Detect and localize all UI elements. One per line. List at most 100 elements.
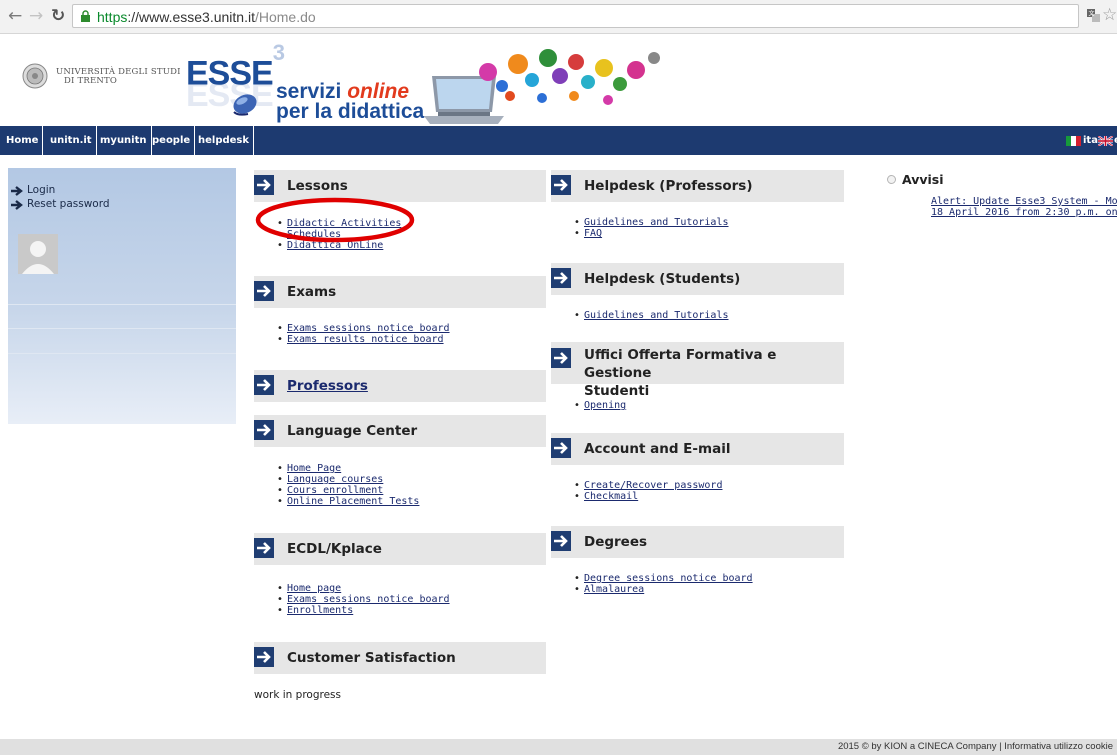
section-title-professors[interactable]: Professors bbox=[287, 377, 368, 395]
link-enrollments[interactable]: Enrollments bbox=[287, 605, 353, 616]
list-item: Online Placement Tests bbox=[275, 496, 419, 507]
list-item: Guidelines and Tutorials bbox=[572, 217, 729, 228]
url-host: ://www.esse3.unitn.it bbox=[127, 9, 255, 25]
university-seal-icon bbox=[22, 63, 48, 89]
list-item: Exams sessions notice board bbox=[275, 594, 450, 605]
section-title-lessons: Lessons bbox=[287, 178, 348, 194]
university-name[interactable]: UNIVERSITÀ DEGLI STUDI DI TRENTO bbox=[56, 68, 181, 86]
section-arrow-icon bbox=[551, 348, 571, 368]
section-arrow-icon bbox=[254, 647, 274, 667]
ecdl-links: Home page Exams sessions notice board En… bbox=[275, 583, 450, 616]
link-online-placement-tests[interactable]: Online Placement Tests bbox=[287, 496, 419, 507]
nav-helpdesk[interactable]: helpdesk bbox=[194, 126, 255, 155]
list-item: Almalaurea bbox=[572, 584, 753, 595]
link-create-recover-password[interactable]: Create/Recover password bbox=[584, 480, 722, 491]
section-title-customer-satisfaction: Customer Satisfaction bbox=[287, 650, 456, 666]
nav-home[interactable]: Home bbox=[2, 126, 44, 155]
link-ecdl-home-page[interactable]: Home page bbox=[287, 583, 341, 594]
lock-icon bbox=[81, 10, 90, 22]
list-item: Home page bbox=[275, 583, 450, 594]
link-exams-results[interactable]: Exams results notice board bbox=[287, 334, 444, 345]
link-lc-home-page[interactable]: Home Page bbox=[287, 463, 341, 474]
section-header-ecdl: ECDL/Kplace bbox=[254, 533, 546, 565]
url-path: /Home.do bbox=[254, 9, 316, 25]
avvisi-alert-line1[interactable]: Alert: Update Esse3 System - Monday bbox=[931, 196, 1117, 207]
list-item: Degree sessions notice board bbox=[572, 573, 753, 584]
exams-links: Exams sessions notice board Exams result… bbox=[275, 323, 450, 345]
uk-flag-icon[interactable] bbox=[1098, 136, 1113, 146]
language-center-links: Home Page Language courses Cours enrollm… bbox=[275, 463, 419, 507]
account-links: Create/Recover password Checkmail bbox=[572, 480, 722, 502]
section-header-helpdesk-professors: Helpdesk (Professors) bbox=[551, 170, 844, 202]
link-cours-enrollment[interactable]: Cours enrollment bbox=[287, 485, 383, 496]
section-arrow-icon bbox=[254, 538, 274, 558]
university-name-line2: DI TRENTO bbox=[64, 76, 118, 86]
link-exams-sessions[interactable]: Exams sessions notice board bbox=[287, 323, 450, 334]
link-opening[interactable]: Opening bbox=[584, 400, 626, 411]
section-header-professors: Professors bbox=[254, 370, 546, 402]
link-checkmail[interactable]: Checkmail bbox=[584, 491, 638, 502]
italian-flag-icon[interactable] bbox=[1066, 136, 1081, 146]
avvisi-bullet-icon bbox=[887, 175, 896, 184]
section-arrow-icon bbox=[254, 175, 274, 195]
link-students-guidelines[interactable]: Guidelines and Tutorials bbox=[584, 310, 729, 321]
section-arrow-icon bbox=[254, 375, 274, 395]
section-header-helpdesk-students: Helpdesk (Students) bbox=[551, 263, 844, 295]
helpdesk-professors-links: Guidelines and Tutorials FAQ bbox=[572, 217, 729, 239]
section-title-uffici-line2: Studenti bbox=[584, 383, 650, 399]
section-title-ecdl: ECDL/Kplace bbox=[287, 541, 382, 557]
link-faq[interactable]: FAQ bbox=[584, 228, 602, 239]
nav-unitn[interactable]: unitn.it bbox=[46, 126, 97, 155]
list-item: Cours enrollment bbox=[275, 485, 419, 496]
list-item: Checkmail bbox=[572, 491, 722, 502]
forward-icon[interactable]: → bbox=[29, 6, 43, 26]
esse3-logo-sup: 3 bbox=[272, 40, 285, 65]
svg-text:文: 文 bbox=[1089, 10, 1095, 18]
link-ecdl-exams-sessions[interactable]: Exams sessions notice board bbox=[287, 594, 450, 605]
link-almalaurea[interactable]: Almalaurea bbox=[584, 584, 644, 595]
section-arrow-icon bbox=[551, 531, 571, 551]
avvisi-title: Avvisi bbox=[902, 172, 944, 187]
section-title-uffici: Uffici Offerta Formativa e Gestione Stud… bbox=[584, 346, 844, 400]
reload-icon[interactable]: ↻ bbox=[51, 6, 65, 26]
list-item: Language courses bbox=[275, 474, 419, 485]
address-bar[interactable]: https://www.esse3.unitn.it/Home.do bbox=[72, 4, 1079, 28]
sidebar-divider bbox=[8, 304, 236, 305]
list-item: Create/Recover password bbox=[572, 480, 722, 491]
section-title-helpdesk-students: Helpdesk (Students) bbox=[584, 271, 741, 287]
translate-icon[interactable]: 文 bbox=[1087, 9, 1100, 22]
section-header-language-center: Language Center bbox=[254, 415, 546, 447]
list-item: Home Page bbox=[275, 463, 419, 474]
browser-toolbar: ← → ↻ https://www.esse3.unitn.it/Home.do… bbox=[0, 0, 1117, 34]
nav-myunitn[interactable]: myunitn bbox=[96, 126, 152, 155]
section-header-account: Account and E-mail bbox=[551, 433, 844, 465]
footer-copyright[interactable]: 2015 © by KION a CINECA Company | Inform… bbox=[838, 741, 1113, 752]
link-degree-sessions[interactable]: Degree sessions notice board bbox=[584, 573, 753, 584]
section-arrow-icon bbox=[551, 268, 571, 288]
list-item: Exams results notice board bbox=[275, 334, 450, 345]
section-title-language-center: Language Center bbox=[287, 423, 418, 439]
section-title-account: Account and E-mail bbox=[584, 441, 731, 457]
computer-mouse-icon bbox=[233, 94, 257, 116]
section-arrow-icon bbox=[254, 281, 274, 301]
bookmark-star-icon[interactable]: ☆ bbox=[1102, 5, 1117, 25]
user-placeholder-icon bbox=[18, 234, 58, 274]
list-item: FAQ bbox=[572, 228, 729, 239]
language-ita[interactable]: ita bbox=[1083, 130, 1098, 152]
nav-people[interactable]: people bbox=[148, 126, 196, 155]
helpdesk-students-links: Guidelines and Tutorials bbox=[572, 310, 729, 321]
arrow-right-icon bbox=[11, 200, 23, 210]
login-link[interactable]: Login bbox=[27, 184, 55, 197]
arrow-right-icon bbox=[11, 186, 23, 196]
customer-satisfaction-note: work in progress bbox=[254, 689, 341, 701]
link-language-courses[interactable]: Language courses bbox=[287, 474, 383, 485]
red-annotation-ellipse bbox=[255, 197, 415, 243]
section-title-uffici-line1: Uffici Offerta Formativa e Gestione bbox=[584, 347, 777, 381]
back-icon[interactable]: ← bbox=[8, 6, 22, 26]
list-item: Opening bbox=[572, 400, 626, 411]
reset-password-link[interactable]: Reset password bbox=[27, 198, 110, 211]
left-sidebar: Login Reset password bbox=[8, 168, 236, 424]
avvisi-alert-line2[interactable]: 18 April 2016 from 2:30 p.m. onwards bbox=[931, 207, 1117, 218]
section-title-helpdesk-professors: Helpdesk (Professors) bbox=[584, 178, 753, 194]
link-professors-guidelines[interactable]: Guidelines and Tutorials bbox=[584, 217, 729, 228]
